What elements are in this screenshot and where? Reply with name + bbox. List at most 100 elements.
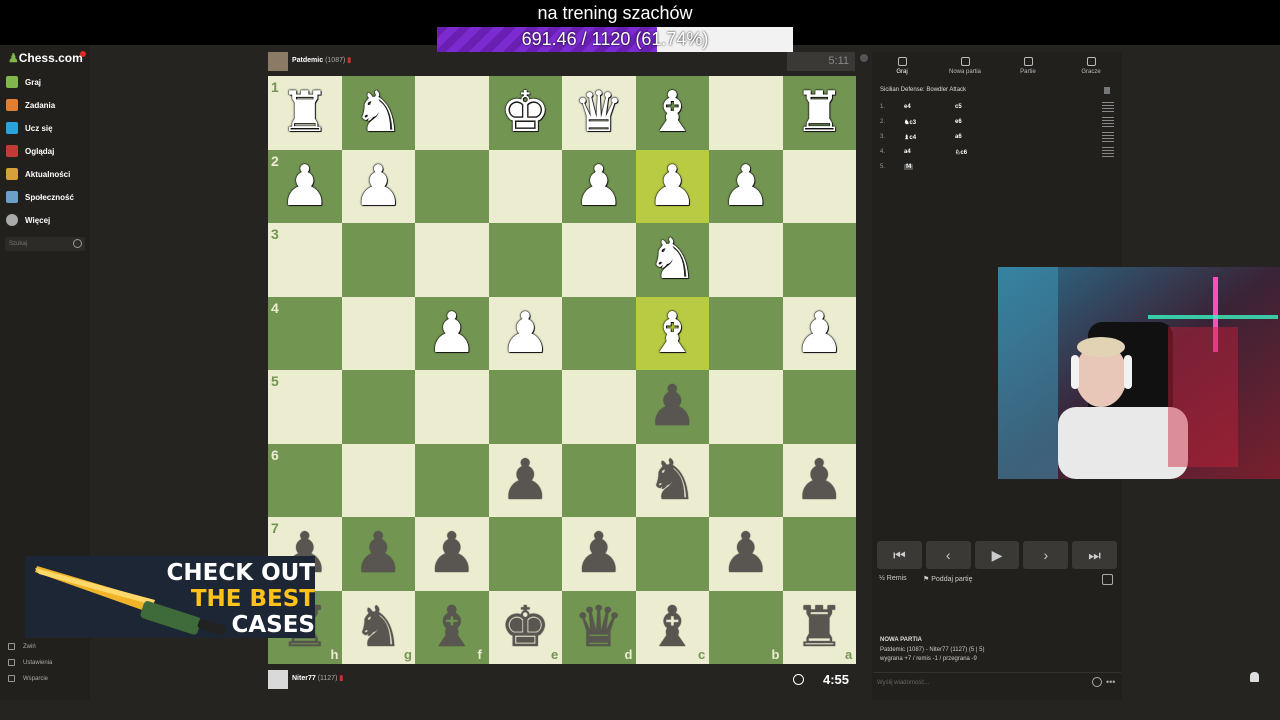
white-pawn-icon[interactable]: ♟ <box>783 297 857 371</box>
black-move[interactable]: c5 <box>955 104 962 110</box>
chess-board[interactable]: ♜♞♚♛♝♜♟♟♟♟♟♞♟♟♝♟♟♟♞♟♟♟♟♟♟♜♞♝♚♛♝♜1234567h… <box>268 76 856 664</box>
black-pawn-icon[interactable]: ♟ <box>342 517 416 591</box>
square-f1[interactable] <box>415 76 489 150</box>
white-pawn-icon[interactable]: ♟ <box>709 150 783 224</box>
square-d3[interactable] <box>562 223 636 297</box>
black-knight-icon[interactable]: ♞ <box>636 444 710 518</box>
settings-button[interactable]: Ustawienia <box>8 659 52 666</box>
bell-icon[interactable] <box>1250 672 1259 682</box>
first-move-button[interactable]: ⏮ <box>877 541 922 569</box>
square-f2[interactable] <box>415 149 489 223</box>
flip-board-icon[interactable] <box>1102 574 1113 585</box>
emoji-icon[interactable] <box>1092 677 1102 687</box>
white-knight-icon[interactable]: ♞ <box>342 76 416 150</box>
white-king-icon[interactable]: ♚ <box>489 76 563 150</box>
white-move[interactable]: ♝c4 <box>904 134 916 141</box>
tab-new-game[interactable]: Nowa partia <box>935 57 995 75</box>
square-f6[interactable] <box>415 443 489 517</box>
black-pawn-icon[interactable]: ♟ <box>489 444 563 518</box>
square-f3[interactable] <box>415 223 489 297</box>
white-move[interactable]: e4 <box>904 104 911 110</box>
tab-players[interactable]: Gracze <box>1061 57 1121 75</box>
square-b5[interactable] <box>709 370 783 444</box>
white-move[interactable]: ♞c3 <box>904 119 916 126</box>
square-f5[interactable] <box>415 370 489 444</box>
square-g5[interactable] <box>341 370 415 444</box>
square-g3[interactable] <box>341 223 415 297</box>
search-icon[interactable] <box>73 239 82 248</box>
sidebar-item-watch[interactable]: Oglądaj <box>6 142 54 160</box>
black-move[interactable]: e6 <box>955 119 962 125</box>
black-pawn-icon[interactable]: ♟ <box>636 370 710 444</box>
tab-play[interactable]: Graj <box>872 57 932 75</box>
square-c7[interactable] <box>635 517 709 591</box>
opponent-name-block[interactable]: Patdemic (1087) ▮ <box>292 56 351 64</box>
square-g4[interactable] <box>341 296 415 370</box>
square-d6[interactable] <box>562 443 636 517</box>
avatar[interactable] <box>268 52 288 71</box>
square-a2[interactable] <box>782 149 856 223</box>
white-move[interactable]: a4 <box>904 149 911 155</box>
current-move[interactable]: f4 <box>904 164 914 170</box>
sidebar-item-more[interactable]: Więcej <box>6 211 50 229</box>
sidebar-item-learn[interactable]: Ucz się <box>6 119 53 137</box>
white-pawn-icon[interactable]: ♟ <box>636 150 710 224</box>
chess-logo[interactable]: ♟Chess.com <box>8 51 83 65</box>
square-e7[interactable] <box>488 517 562 591</box>
white-knight-icon[interactable]: ♞ <box>636 223 710 297</box>
black-pawn-icon[interactable]: ♟ <box>562 517 636 591</box>
white-pawn-icon[interactable]: ♟ <box>342 150 416 224</box>
next-move-button[interactable]: › <box>1023 541 1069 569</box>
offer-draw-button[interactable]: ½ Remis <box>879 575 907 582</box>
square-d5[interactable] <box>562 370 636 444</box>
avatar[interactable] <box>268 670 288 689</box>
resign-button[interactable]: ⚑ Poddaj partię <box>923 575 973 583</box>
play-button[interactable]: ▶ <box>974 541 1020 569</box>
tab-games[interactable]: Partie <box>998 57 1058 75</box>
opening-name[interactable]: Sicilian Defense: Bowdler Attack <box>880 87 966 93</box>
sidebar-item-puzzles[interactable]: Zadania <box>6 96 55 114</box>
square-d4[interactable] <box>562 296 636 370</box>
collapse-button[interactable]: Zwiń <box>8 643 36 650</box>
more-options-icon[interactable]: ••• <box>1106 677 1115 687</box>
square-h5[interactable] <box>268 370 342 444</box>
last-move-button[interactable]: ⏭ <box>1072 541 1117 569</box>
sidebar-item-news[interactable]: Aktualności <box>6 165 70 183</box>
black-pawn-icon[interactable]: ♟ <box>709 517 783 591</box>
book-icon[interactable] <box>1104 87 1110 94</box>
support-button[interactable]: Wsparcie <box>8 675 48 682</box>
black-move[interactable]: a6 <box>955 134 962 140</box>
close-icon[interactable] <box>860 54 868 62</box>
square-a7[interactable] <box>782 517 856 591</box>
black-pawn-icon[interactable]: ♟ <box>415 517 489 591</box>
player-name-block[interactable]: Niter77 (1127) ▮ <box>292 674 343 682</box>
black-pawn-icon[interactable]: ♟ <box>783 444 857 518</box>
square-b3[interactable] <box>709 223 783 297</box>
square-b4[interactable] <box>709 296 783 370</box>
square-e2[interactable] <box>488 149 562 223</box>
white-queen-icon[interactable]: ♛ <box>562 76 636 150</box>
square-e3[interactable] <box>488 223 562 297</box>
black-move[interactable]: ♘c6 <box>955 149 967 156</box>
white-rook-icon[interactable]: ♜ <box>783 76 857 150</box>
previous-move-button[interactable]: ‹ <box>925 541 971 569</box>
white-rook-icon[interactable]: ♜ <box>268 76 342 150</box>
white-pawn-icon[interactable]: ♟ <box>562 150 636 224</box>
white-pawn-icon[interactable]: ♟ <box>489 297 563 371</box>
white-pawn-icon[interactable]: ♟ <box>415 297 489 371</box>
white-bishop-icon[interactable]: ♝ <box>636 297 710 371</box>
square-g6[interactable] <box>341 443 415 517</box>
sidebar-item-play[interactable]: Graj <box>6 73 41 91</box>
promo-banner[interactable]: CHECK OUT THE BEST CASES <box>25 556 315 638</box>
square-h4[interactable] <box>268 296 342 370</box>
square-a3[interactable] <box>782 223 856 297</box>
square-a5[interactable] <box>782 370 856 444</box>
square-h6[interactable] <box>268 443 342 517</box>
square-e5[interactable] <box>488 370 562 444</box>
sidebar-item-community[interactable]: Społeczność <box>6 188 74 206</box>
square-b1[interactable] <box>709 76 783 150</box>
white-pawn-icon[interactable]: ♟ <box>268 150 342 224</box>
square-b6[interactable] <box>709 443 783 517</box>
square-h3[interactable] <box>268 223 342 297</box>
white-bishop-icon[interactable]: ♝ <box>636 76 710 150</box>
